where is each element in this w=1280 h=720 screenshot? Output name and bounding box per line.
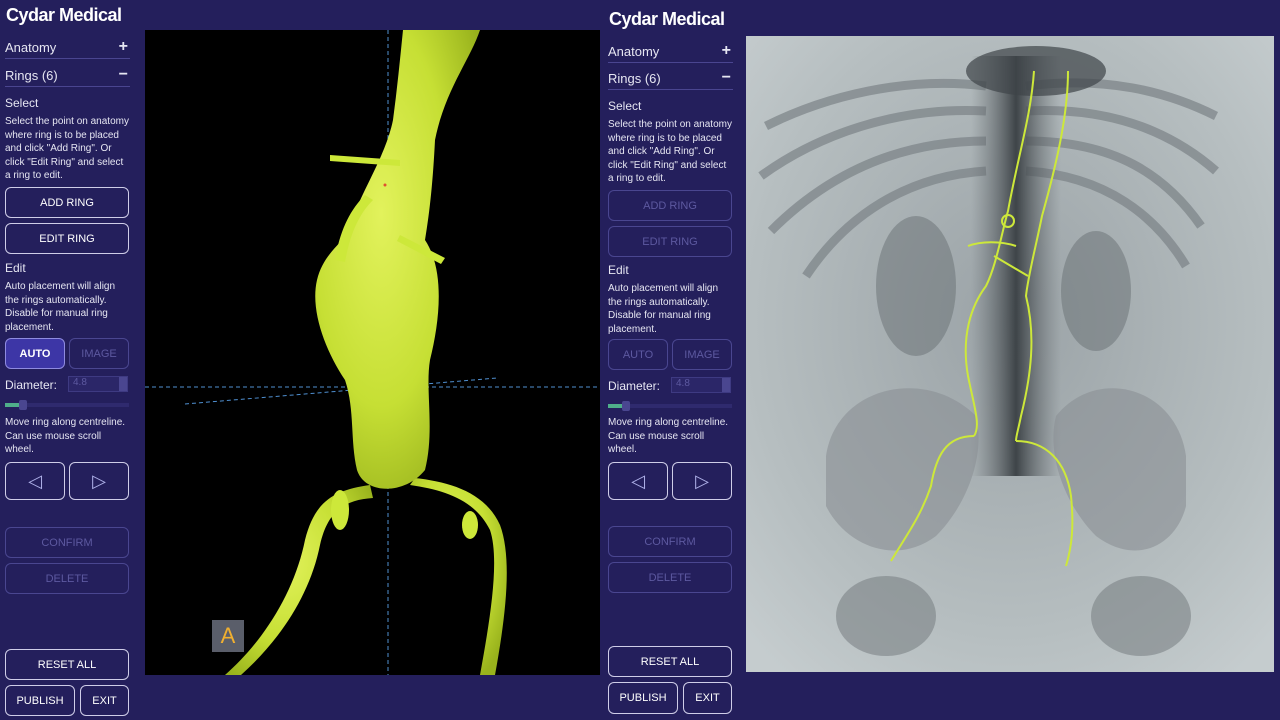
xray-overlay-render [746, 36, 1274, 672]
right-femoral-head [1091, 576, 1191, 656]
anatomy-section-header[interactable]: Anatomy + [5, 36, 130, 59]
diameter-input[interactable]: 4.8 [671, 377, 731, 393]
select-help-text: Select the point on anatomy where ring i… [608, 119, 732, 184]
right-iliac-artery [410, 478, 507, 675]
delete-button[interactable]: DELETE [608, 562, 732, 593]
ring-marker[interactable] [383, 183, 387, 187]
anatomy-label: Anatomy [5, 39, 57, 55]
edit-help-text: Auto placement will align the rings auto… [5, 281, 116, 333]
left-control-panel: Cydar Medical Anatomy + Rings (6) − Sele… [0, 0, 140, 720]
diameter-spinner[interactable] [722, 378, 730, 392]
rings-section-header[interactable]: Rings (6) − [608, 67, 733, 90]
previous-arrow-icon: ◁ [28, 470, 42, 491]
edit-ring-button[interactable]: EDIT RING [608, 226, 732, 257]
next-ring-button[interactable]: ▷ [672, 462, 732, 500]
rings-label: Rings (6) [5, 67, 58, 83]
select-help-text: Select the point on anatomy where ring i… [5, 116, 129, 181]
next-arrow-icon: ▷ [92, 470, 106, 491]
centreline-slider[interactable] [608, 401, 732, 411]
collapse-icon[interactable]: − [722, 69, 731, 87]
slider-handle[interactable] [622, 401, 630, 411]
auto-button[interactable]: AUTO [608, 339, 668, 370]
image-button[interactable]: IMAGE [672, 339, 732, 370]
vessel-3d-render [145, 30, 600, 675]
slider-handle[interactable] [19, 400, 27, 410]
ring-plane-line [184, 377, 498, 405]
delete-button[interactable]: DELETE [5, 563, 129, 594]
xray-fluoroscopy-viewport[interactable] [746, 36, 1274, 672]
select-title: Select [608, 99, 642, 113]
left-femoral-head [836, 576, 936, 656]
diameter-label: Diameter: [5, 378, 58, 392]
auto-button[interactable]: AUTO [5, 338, 65, 369]
expand-icon[interactable]: + [119, 38, 128, 56]
edit-title: Edit [5, 261, 26, 275]
anatomy-label: Anatomy [608, 43, 660, 59]
confirm-button[interactable]: CONFIRM [5, 527, 129, 558]
reset-all-button[interactable]: RESET ALL [608, 646, 732, 677]
edit-help-text: Auto placement will align the rings auto… [608, 283, 719, 335]
select-title: Select [5, 96, 39, 110]
add-ring-button[interactable]: ADD RING [608, 190, 732, 221]
anatomy-section-header[interactable]: Anatomy + [608, 40, 733, 63]
exit-button[interactable]: EXIT [683, 682, 732, 714]
spine [971, 56, 1061, 476]
diameter-input[interactable]: 4.8 [68, 376, 128, 392]
slider-fill [608, 404, 622, 408]
left-iliac-artery [225, 485, 373, 675]
image-button[interactable]: IMAGE [69, 338, 129, 369]
right-kidney [1061, 231, 1131, 351]
previous-arrow-icon: ◁ [631, 470, 645, 491]
centreline-slider[interactable] [5, 400, 129, 410]
next-ring-button[interactable]: ▷ [69, 462, 129, 500]
diameter-spinner[interactable] [119, 377, 127, 391]
left-kidney [876, 216, 956, 356]
diameter-value: 4.8 [676, 378, 690, 389]
reset-all-button[interactable]: RESET ALL [5, 649, 129, 680]
vessel-3d-viewport[interactable] [145, 30, 600, 675]
edit-title: Edit [608, 263, 629, 277]
view-orientation-label: A [212, 620, 244, 652]
expand-icon[interactable]: + [722, 42, 731, 60]
exit-button[interactable]: EXIT [80, 685, 129, 716]
add-ring-button[interactable]: ADD RING [5, 187, 129, 218]
iliac-branch [331, 490, 349, 530]
brand-logo: Cydar Medical [609, 9, 725, 29]
slider-fill [5, 403, 19, 407]
diameter-label: Diameter: [608, 379, 661, 393]
diameter-value: 4.8 [73, 377, 87, 388]
move-help-text: Move ring along centreline. Can use mous… [5, 417, 126, 455]
publish-button[interactable]: PUBLISH [5, 685, 75, 716]
edit-ring-button[interactable]: EDIT RING [5, 223, 129, 254]
rings-label: Rings (6) [608, 70, 661, 86]
previous-ring-button[interactable]: ◁ [608, 462, 668, 500]
iliac-branch-right [462, 511, 478, 539]
move-help-text: Move ring along centreline. Can use mous… [608, 417, 729, 455]
next-arrow-icon: ▷ [695, 470, 709, 491]
publish-button[interactable]: PUBLISH [608, 682, 678, 714]
brand-logo: Cydar Medical [6, 5, 122, 25]
upper-shadow [966, 46, 1106, 96]
confirm-button[interactable]: CONFIRM [608, 526, 732, 557]
rings-section-header[interactable]: Rings (6) − [5, 64, 130, 87]
right-control-panel: Cydar Medical Anatomy + Rings (6) − Sele… [603, 0, 743, 720]
previous-ring-button[interactable]: ◁ [5, 462, 65, 500]
collapse-icon[interactable]: − [119, 66, 128, 84]
